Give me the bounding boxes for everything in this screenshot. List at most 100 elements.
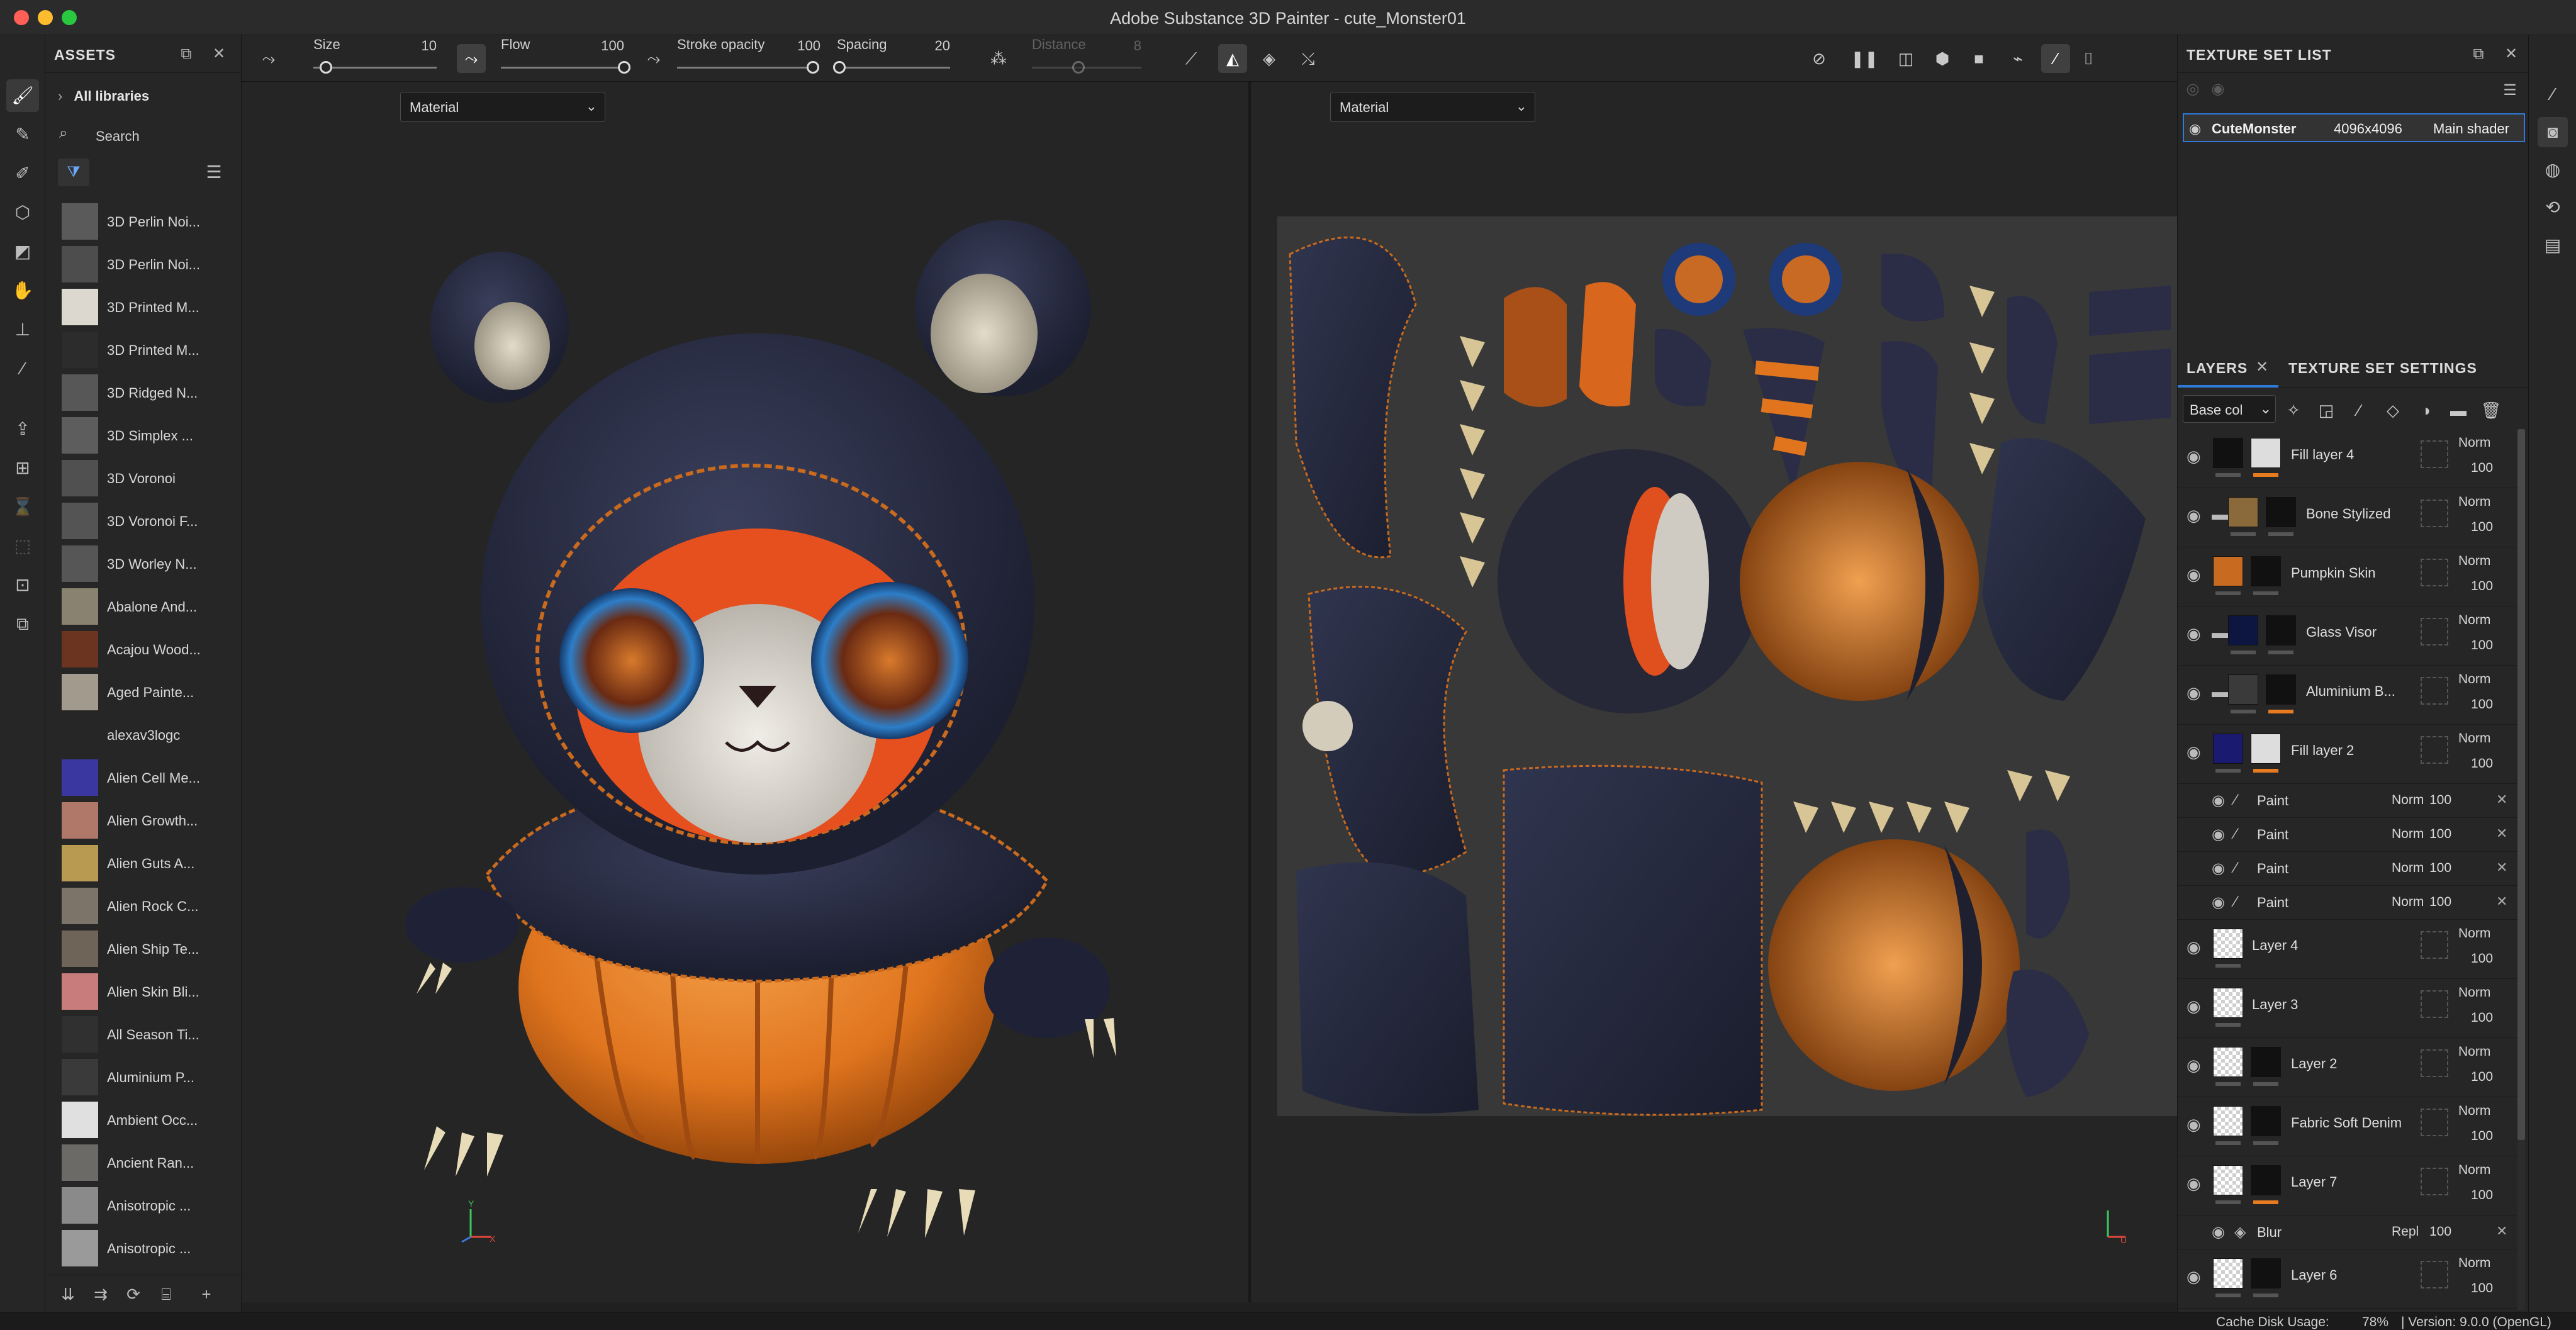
visibility-eye-icon[interactable]: ◉ xyxy=(2212,1223,2225,1241)
close-icon[interactable]: ✕ xyxy=(2253,359,2271,376)
layer-row[interactable]: ◉ Layer 7 Norm 100 xyxy=(2178,1156,2517,1215)
layer-row[interactable]: ◉ ▬ Aluminium B... Norm 100 xyxy=(2178,666,2517,725)
opacity-slider-knob[interactable] xyxy=(807,61,819,74)
remove-effect-icon[interactable]: ✕ xyxy=(2496,825,2507,842)
layers-scroll-thumb[interactable] xyxy=(2517,429,2525,1140)
spacing-value[interactable]: 20 xyxy=(912,38,950,54)
blend-mode-select[interactable]: Norm xyxy=(2458,731,2490,746)
display-mode-icon[interactable]: ⬢ xyxy=(1928,44,1957,73)
flow-slider[interactable] xyxy=(501,67,624,69)
layer-row[interactable]: ◉ Fabric Soft Denim Norm 100 xyxy=(2178,1097,2517,1156)
effect-row[interactable]: ◉ ◈ Blur Repl 100 ✕ xyxy=(2178,1215,2517,1249)
blend-mode-select[interactable]: Norm xyxy=(2458,985,2490,1000)
layer-row[interactable]: ◉ Fill layer 2 Norm 100 xyxy=(2178,725,2517,784)
asset-item[interactable]: 3D Voronoi F... xyxy=(62,500,225,542)
mask-slot[interactable] xyxy=(2421,500,2448,527)
layer-row[interactable]: ◉ Fill layer 4 Norm 100 xyxy=(2178,429,2517,488)
asset-item[interactable]: Ancient Ran... xyxy=(62,1141,225,1184)
blend-mode-select[interactable]: Norm xyxy=(2458,554,2490,569)
assets-search[interactable]: ⌕ Search xyxy=(58,125,234,147)
opacity-value[interactable]: 100 xyxy=(2429,793,2451,808)
asset-item[interactable]: 3D Perlin Noi... xyxy=(62,200,225,243)
import-multiple-icon[interactable]: ⇉ xyxy=(91,1284,111,1304)
pause-icon[interactable]: ❚❚ xyxy=(1850,44,1879,73)
asset-item[interactable]: 3D Perlin Noi... xyxy=(62,243,225,286)
asset-item[interactable]: 3D Printed M... xyxy=(62,286,225,328)
add-paint-layer-icon[interactable]: ⁄ xyxy=(2346,398,2372,423)
add-fill-layer-icon[interactable]: ◇ xyxy=(2380,398,2405,423)
library-selector[interactable]: › All libraries xyxy=(58,88,149,104)
size-value[interactable]: 10 xyxy=(399,38,437,54)
filter-button[interactable]: ⧩ xyxy=(58,159,89,186)
opacity-value[interactable]: 100 xyxy=(2471,951,2493,966)
asset-item[interactable]: 3D Simplex ... xyxy=(62,414,225,457)
blend-mode-select[interactable]: Norm xyxy=(2392,827,2424,842)
blend-mode-select[interactable]: Repl xyxy=(2392,1224,2419,1239)
channel-select[interactable]: Base col ⌄ xyxy=(2183,395,2276,423)
blend-mode-select[interactable]: Norm xyxy=(2458,495,2490,510)
history-icon[interactable]: ⟲ xyxy=(2538,193,2568,223)
visibility-eye-icon[interactable]: ◉ xyxy=(2187,1056,2201,1075)
close-icon[interactable]: ✕ xyxy=(210,45,228,63)
viewport-2d-mode-select[interactable]: Material ⌄ xyxy=(1330,92,1535,122)
remove-effect-icon[interactable]: ✕ xyxy=(2496,859,2507,876)
asset-item[interactable]: Alien Guts A... xyxy=(62,842,225,885)
blend-mode-select[interactable]: Norm xyxy=(2458,926,2490,941)
eye-icon[interactable]: ◉ xyxy=(2189,121,2201,137)
flow-value[interactable]: 100 xyxy=(586,38,624,54)
detach-panel-icon[interactable]: ⧉ xyxy=(177,45,195,63)
opacity-slider[interactable] xyxy=(677,67,813,69)
shader-settings-icon[interactable]: ◍ xyxy=(2538,155,2568,185)
asset-item[interactable]: Aluminium P... xyxy=(62,1056,225,1098)
mask-slot[interactable] xyxy=(2421,1261,2448,1288)
bake-icon[interactable]: ⊞ xyxy=(6,452,39,484)
asset-item[interactable]: Abalone And... xyxy=(62,585,225,628)
asset-item[interactable]: alexav3logc xyxy=(62,713,225,756)
asset-item[interactable]: 3D Voronoi xyxy=(62,457,225,500)
iray-icon[interactable]: ⌁ xyxy=(2003,44,2032,73)
opacity-value[interactable]: 100 xyxy=(2429,827,2451,842)
remove-effect-icon[interactable]: ✕ xyxy=(2496,893,2507,910)
blend-mode-select[interactable]: Norm xyxy=(2458,1163,2490,1178)
blend-mode-select[interactable]: Norm xyxy=(2458,1044,2490,1059)
paint-brush-icon[interactable]: 🖌 xyxy=(6,79,39,112)
opacity-value[interactable]: 100 xyxy=(2471,1070,2493,1085)
visibility-eye-icon[interactable]: ◉ xyxy=(2187,742,2201,762)
asset-item[interactable]: Aged Painte... xyxy=(62,671,225,713)
visibility-eye-icon[interactable]: ◉ xyxy=(2187,1174,2201,1193)
effect-row[interactable]: ◉ ⁄ Paint Norm 100 ✕ xyxy=(2178,852,2517,886)
viewport-bottom-scrollbar[interactable] xyxy=(242,1302,2177,1312)
blend-mode-select[interactable]: Norm xyxy=(2458,1256,2490,1271)
asset-item[interactable]: Anisotropic ... xyxy=(62,1227,225,1270)
visibility-eye-icon[interactable]: ◉ xyxy=(2187,1115,2201,1134)
opacity-value[interactable]: 100 xyxy=(2471,1010,2493,1025)
opacity-value[interactable]: 100 xyxy=(2429,895,2451,910)
add-icon[interactable]: + xyxy=(196,1284,216,1304)
effect-row[interactable]: ◉ ⁄ Paint Norm 100 ✕ xyxy=(2178,784,2517,818)
remove-effect-icon[interactable]: ✕ xyxy=(2496,791,2507,808)
asset-item[interactable]: Anisotropic ... xyxy=(62,1184,225,1227)
send-to-icon[interactable]: ⧉ xyxy=(6,608,39,640)
opacity-value[interactable]: 100 xyxy=(2471,638,2493,653)
smudge-icon[interactable]: ✋ xyxy=(6,274,39,307)
opacity-value[interactable]: 100 xyxy=(2429,1224,2451,1239)
symmetry-settings-icon[interactable]: ◈ xyxy=(1255,44,1284,73)
asset-item[interactable]: Alien Growth... xyxy=(62,799,225,842)
asset-item[interactable]: 3D Worley N... xyxy=(62,542,225,585)
visibility-eye-icon[interactable]: ◉ xyxy=(2212,859,2225,878)
tab-layers[interactable]: LAYERS xyxy=(2187,360,2248,377)
opacity-value[interactable]: 100 xyxy=(2429,861,2451,876)
opacity-value[interactable]: 100 xyxy=(2471,579,2493,594)
opacity-value[interactable]: 100 xyxy=(2471,697,2493,712)
add-mask-icon[interactable]: ◲ xyxy=(2314,398,2339,423)
visibility-eye-icon[interactable]: ◉ xyxy=(2187,937,2201,957)
add-mask-generator-icon[interactable]: ◑ xyxy=(2413,398,2438,423)
mask-slot[interactable] xyxy=(2421,1109,2448,1136)
clone-stamp-icon[interactable]: ⊥ xyxy=(6,313,39,346)
mask-slot[interactable] xyxy=(2421,618,2448,645)
refresh-icon[interactable]: ⟳ xyxy=(123,1284,143,1304)
size-slider-knob[interactable] xyxy=(319,61,332,74)
add-folder-icon[interactable]: ▬ xyxy=(2446,398,2471,423)
geometry-mask-icon[interactable]: ⬡ xyxy=(6,196,39,229)
visibility-eye-icon[interactable]: ◉ xyxy=(2187,565,2201,584)
